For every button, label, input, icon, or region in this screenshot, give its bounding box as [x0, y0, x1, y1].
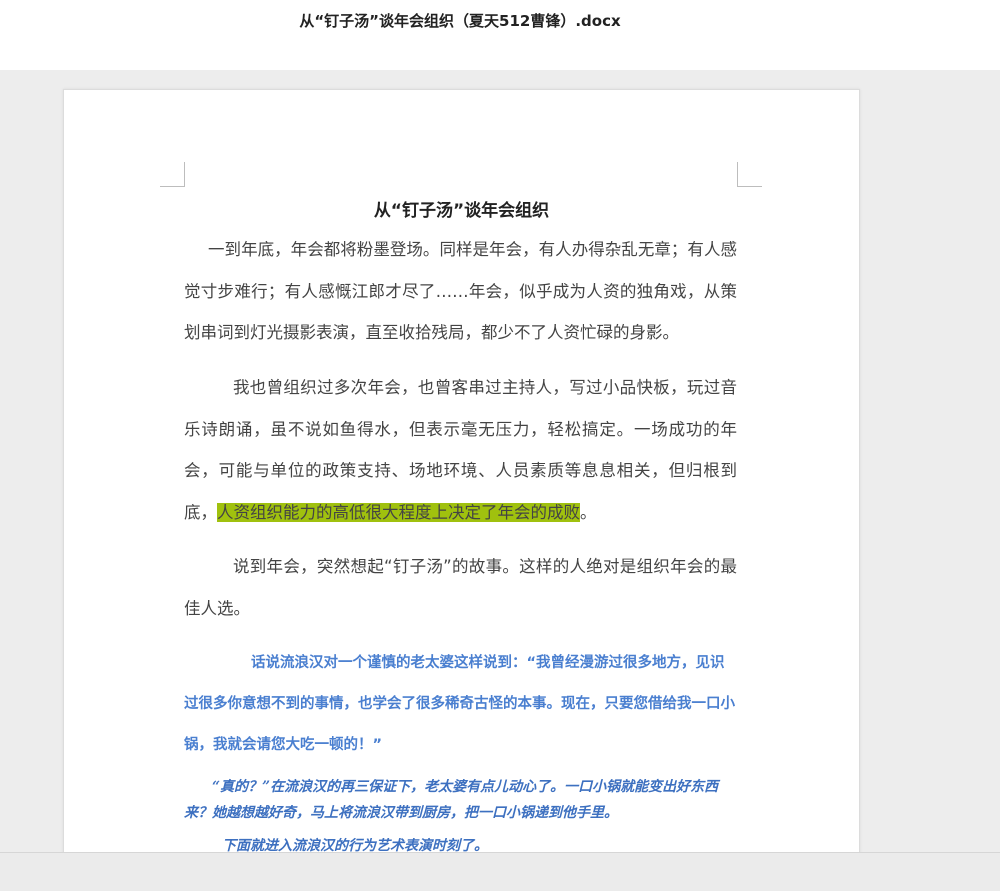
- body-paragraph-3[interactable]: 说到年会，突然想起“钉子汤”的故事。这样的人绝对是组织年会的最佳人选。: [184, 546, 737, 629]
- document-page[interactable]: 从“钉子汤”谈年会组织 一到年底，年会都将粉墨登场。同样是年会，有人办得杂乱无章…: [63, 89, 860, 891]
- paragraph-text-end: 。: [580, 502, 597, 522]
- highlighted-text[interactable]: 人资组织能力的高低很大程度上决定了年会的成败: [217, 502, 580, 522]
- document-filename: 从“钉子汤”谈年会组织（夏天512曹锋）.docx: [299, 12, 621, 30]
- body-paragraph-1[interactable]: 一到年底，年会都将粉墨登场。同样是年会，有人办得杂乱无章；有人感觉寸步难行；有人…: [184, 229, 737, 354]
- bottom-toolbar: [0, 852, 1000, 891]
- body-paragraph-2[interactable]: 我也曾组织过多次年会，也曾客串过主持人，写过小品快板，玩过音乐诗朗诵，虽不说如鱼…: [184, 367, 737, 533]
- document-heading: 从“钉子汤”谈年会组织: [373, 201, 550, 221]
- margin-corner-mark-right: [737, 162, 762, 187]
- story-paragraph-1[interactable]: 话说流浪汉对一个谨慎的老太婆这样说到：“我曾经漫游过很多地方，见识过很多你意想不…: [184, 643, 739, 766]
- story-paragraph-2[interactable]: “真的？”在流浪汉的再三保证下，老太婆有点儿动心了。一口小锅就能变出好东西来？她…: [184, 774, 739, 826]
- title-bar: 从“钉子汤”谈年会组织（夏天512曹锋）.docx: [0, 0, 1000, 70]
- paragraph-text: 我也曾组织过多次年会，也曾客串过主持人，写过小品快板，玩过音乐诗朗诵，虽不说如鱼…: [184, 378, 737, 522]
- margin-corner-mark-left: [160, 162, 185, 187]
